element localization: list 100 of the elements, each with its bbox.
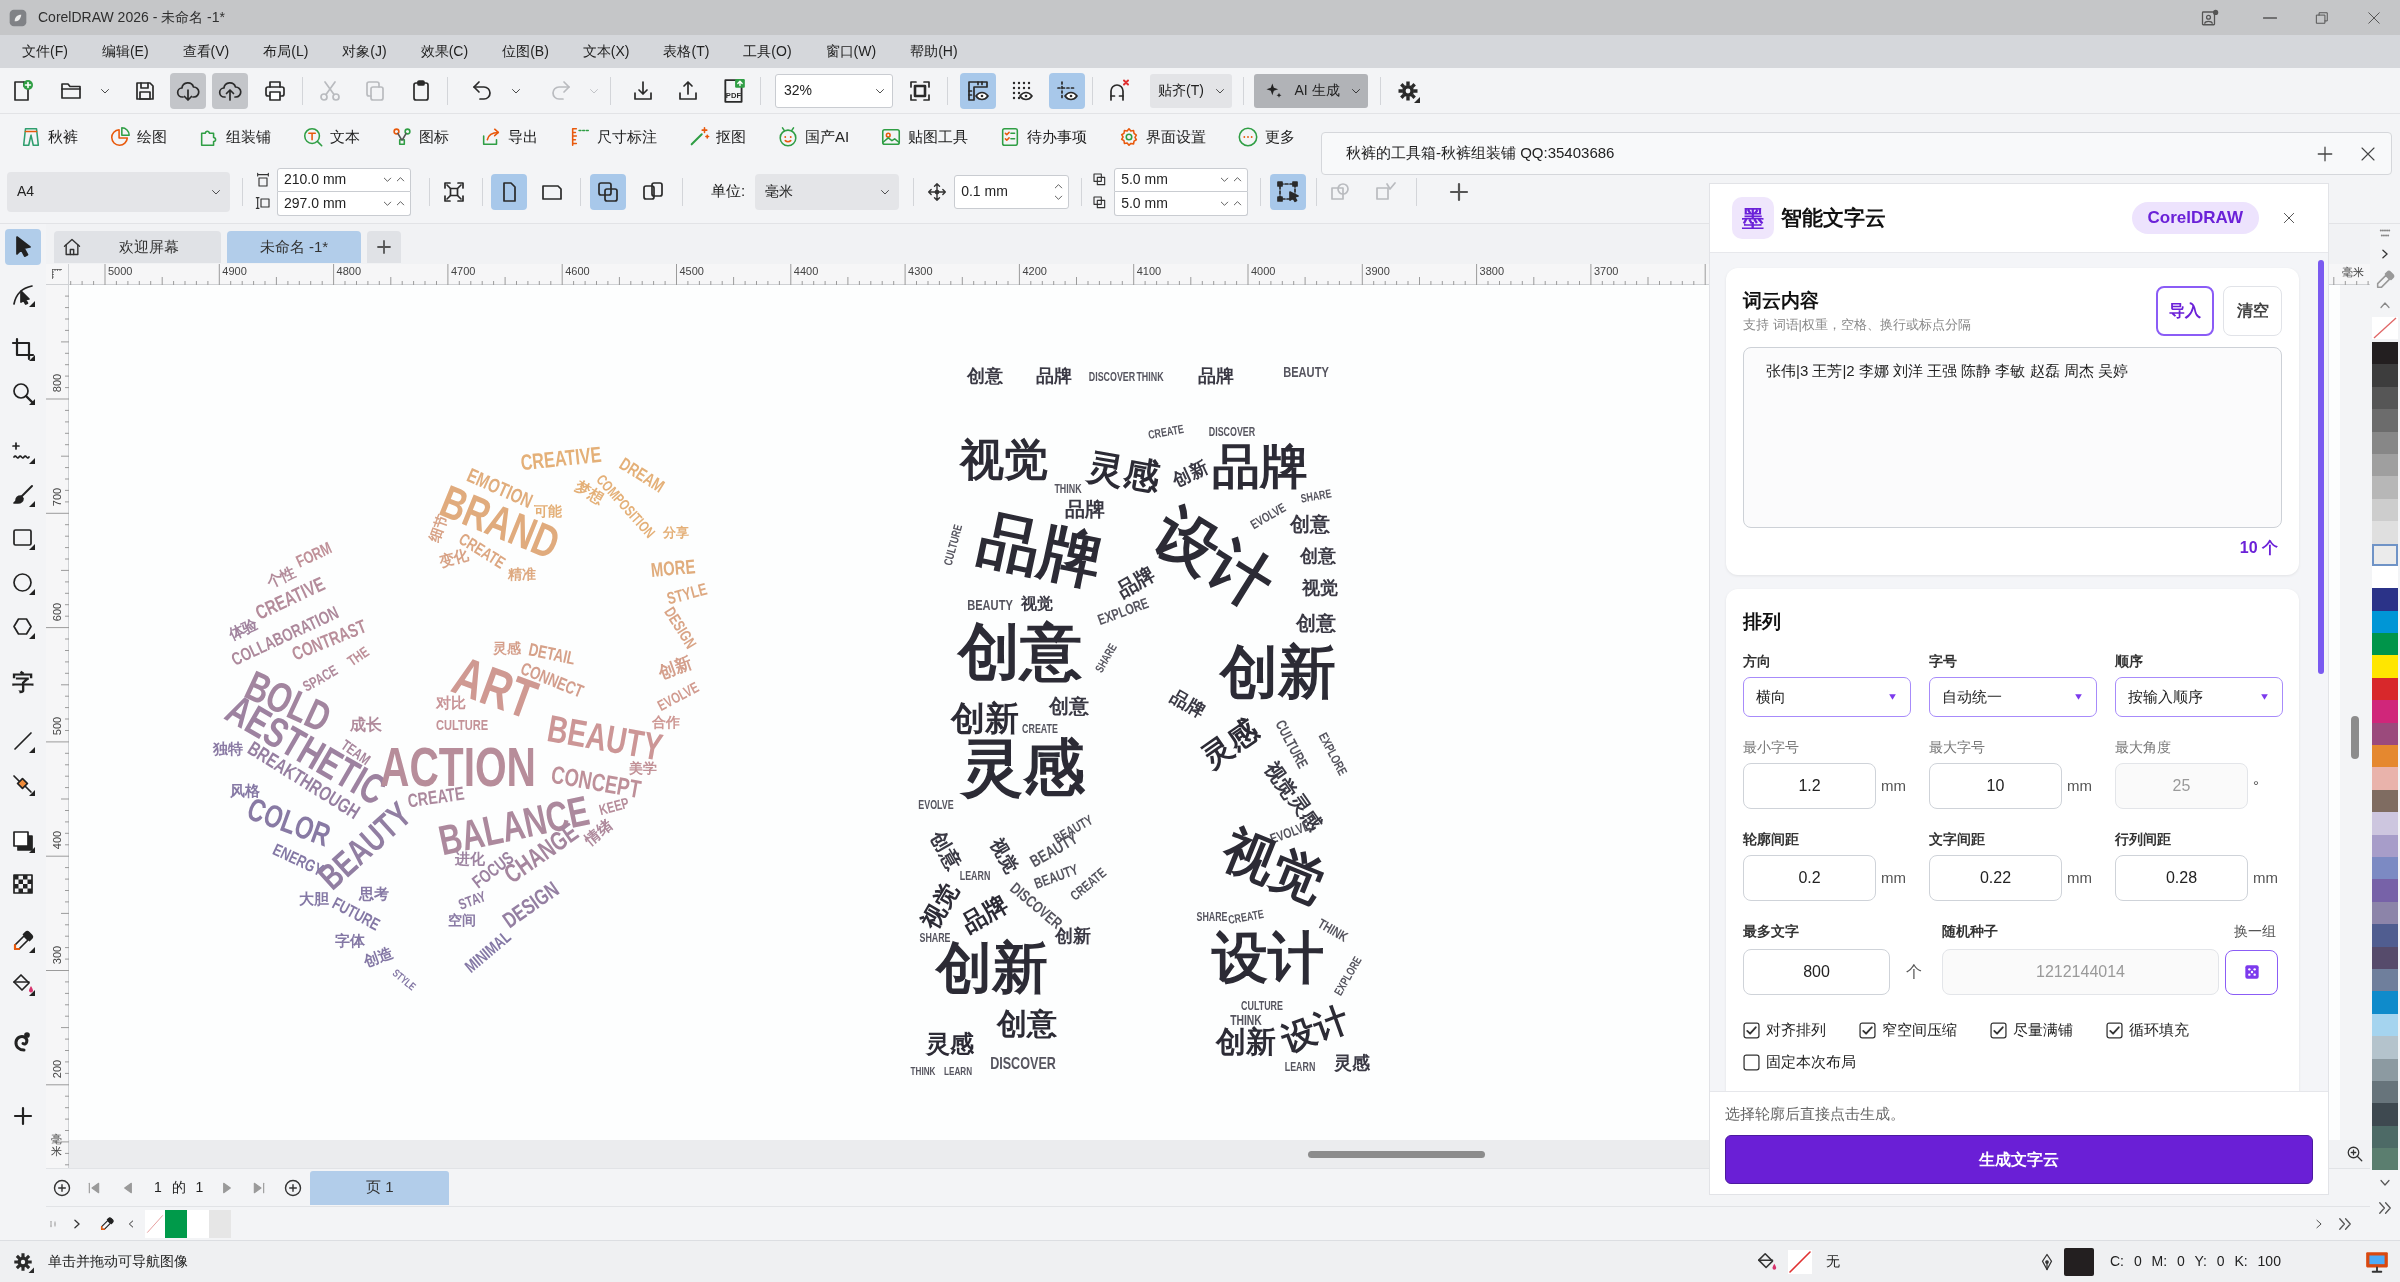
no-color-swatch[interactable] — [2372, 317, 2398, 339]
number-input[interactable]: 10 — [1929, 763, 2062, 809]
color-swatch[interactable] — [2372, 1125, 2398, 1149]
number-input[interactable]: 800 — [1743, 949, 1890, 995]
color-swatch[interactable] — [2372, 901, 2398, 925]
dropdown-select[interactable]: 横向 — [1743, 677, 1911, 717]
new-tab-button[interactable] — [367, 231, 401, 263]
plugin-tool-button[interactable]: 文本 — [302, 120, 360, 154]
menu-item[interactable]: 编辑(E) — [101, 41, 149, 62]
color-swatch[interactable] — [2372, 991, 2398, 1014]
plugin-tool-button[interactable]: 更多 — [1237, 120, 1296, 154]
menu-item[interactable]: 工具(O) — [743, 41, 792, 62]
document-tab[interactable]: 未命名 -1* — [227, 231, 361, 263]
guidelines-toggle[interactable] — [1049, 72, 1085, 109]
color-swatch[interactable] — [165, 1209, 187, 1238]
eyedropper-icon[interactable] — [99, 1215, 115, 1232]
checkbox[interactable] — [1743, 1021, 1760, 1039]
checkbox[interactable] — [1743, 1053, 1760, 1071]
orientation-toggle[interactable] — [491, 173, 527, 210]
cloud-download-button[interactable] — [170, 72, 206, 109]
color-swatch[interactable] — [2372, 834, 2398, 857]
color-swatch[interactable] — [2372, 812, 2398, 835]
bounding-select-toggle[interactable] — [1270, 173, 1307, 210]
word-list-textarea[interactable]: 张伟|3 王芳|2 李娜 刘洋 王强 陈静 李敏 赵磊 周杰 吴婷 — [1743, 347, 2282, 528]
checkbox-label[interactable]: 对齐排列 — [1766, 1018, 1826, 1042]
color-swatch[interactable] — [2372, 745, 2398, 768]
color-swatch[interactable] — [2372, 879, 2398, 902]
color-swatch[interactable] — [2372, 655, 2398, 678]
cloud-upload-button[interactable] — [212, 72, 248, 109]
menu-item[interactable]: 位图(B) — [502, 41, 549, 62]
color-swatch[interactable] — [2372, 1148, 2398, 1171]
menu-item[interactable]: 窗口(W) — [825, 41, 877, 62]
page-tab[interactable]: 页 1 — [310, 1170, 450, 1205]
scrollbar-thumb[interactable] — [2351, 716, 2359, 759]
no-color-swatch[interactable] — [145, 1209, 165, 1238]
chevron-left-icon[interactable] — [127, 1217, 135, 1230]
dropdown-select[interactable]: 自动统一 — [1929, 677, 2097, 717]
number-input[interactable]: 0.2 — [1743, 855, 1876, 901]
add-page-icon[interactable] — [283, 1177, 304, 1198]
shuffle-button[interactable] — [2225, 949, 2278, 995]
page-size-select[interactable]: A4 — [7, 171, 230, 212]
color-swatch[interactable] — [2372, 857, 2398, 880]
color-swatch[interactable] — [187, 1209, 209, 1238]
checkbox[interactable] — [1859, 1021, 1876, 1039]
color-swatch[interactable] — [2372, 342, 2398, 365]
dropdown-select[interactable]: 按输入顺序 — [2115, 677, 2283, 717]
color-swatch[interactable] — [2372, 476, 2398, 499]
number-input[interactable]: 0.22 — [1929, 855, 2062, 901]
menu-item[interactable]: 布局(L) — [263, 41, 309, 62]
generate-button[interactable]: 生成文字云 — [1725, 1135, 2313, 1184]
color-swatch[interactable] — [2372, 1103, 2398, 1126]
menu-item[interactable]: 对象(J) — [342, 41, 387, 62]
plugin-tool-button[interactable]: 待办事项 — [999, 120, 1088, 154]
checkbox-label[interactable]: 固定本次布局 — [1766, 1050, 1856, 1074]
plugin-tool-button[interactable]: 国产AI — [777, 120, 850, 154]
clear-button[interactable]: 清空 — [2223, 286, 2282, 336]
plugin-tool-button[interactable]: 图标 — [391, 120, 449, 154]
color-swatch[interactable] — [2372, 677, 2398, 701]
double-chevron-icon[interactable] — [2338, 1216, 2352, 1231]
number-input[interactable]: 1.2 — [1743, 763, 1876, 809]
color-swatch[interactable] — [2372, 946, 2398, 969]
zoom-navigator-icon[interactable] — [2346, 1145, 2364, 1163]
color-swatch[interactable] — [2372, 968, 2398, 992]
color-swatch[interactable] — [2372, 1080, 2398, 1104]
plugin-tool-button[interactable]: 导出 — [480, 120, 538, 154]
menu-item[interactable]: 文本(X) — [582, 41, 630, 62]
color-swatch[interactable] — [2372, 700, 2398, 723]
number-input[interactable]: 0.28 — [2115, 855, 2248, 901]
add-page-icon[interactable] — [52, 1177, 72, 1198]
menu-item[interactable]: 查看(V) — [182, 41, 230, 62]
rulers-toggle[interactable] — [960, 72, 996, 109]
panel-scrollbar-thumb[interactable] — [2318, 260, 2324, 674]
color-swatch[interactable] — [2372, 1036, 2398, 1059]
checkbox-label[interactable]: 循环填充 — [2129, 1018, 2189, 1042]
pick-tool[interactable] — [5, 229, 41, 265]
color-swatch[interactable] — [2372, 767, 2398, 790]
chevron-right-icon[interactable] — [72, 1217, 82, 1230]
menu-item[interactable]: 效果(C) — [420, 41, 469, 62]
color-swatch[interactable] — [2372, 633, 2398, 656]
color-swatch[interactable] — [2372, 543, 2398, 566]
color-swatch[interactable] — [209, 1209, 231, 1238]
plugin-tool-button[interactable]: 界面设置 — [1118, 120, 1207, 154]
checkbox[interactable] — [1990, 1021, 2007, 1039]
checkbox-label[interactable]: 窄空间压缩 — [1882, 1018, 1957, 1042]
color-swatch[interactable] — [2372, 924, 2398, 947]
color-swatch[interactable] — [2372, 409, 2398, 432]
page-scope-toggle[interactable] — [590, 173, 626, 210]
plugin-tool-button[interactable]: 组装铺 — [198, 120, 271, 154]
menu-item[interactable]: 帮助(H) — [910, 41, 958, 62]
scrollbar-thumb[interactable] — [1308, 1150, 1485, 1158]
color-swatch[interactable] — [2372, 789, 2398, 813]
plugin-tool-button[interactable]: 绘图 — [109, 120, 167, 154]
nudge-field[interactable]: 0.1 mm — [954, 174, 1070, 209]
color-swatch[interactable] — [2372, 386, 2398, 410]
page-height-field[interactable]: 297.0 mm — [277, 191, 411, 216]
duplicate-y-field[interactable]: 5.0 mm — [1114, 191, 1249, 216]
color-swatch[interactable] — [2372, 565, 2398, 589]
duplicate-x-field[interactable]: 5.0 mm — [1114, 167, 1249, 192]
checkbox-label[interactable]: 尽量满铺 — [2013, 1018, 2073, 1042]
document-tab[interactable]: 欢迎屏幕 — [54, 231, 221, 263]
